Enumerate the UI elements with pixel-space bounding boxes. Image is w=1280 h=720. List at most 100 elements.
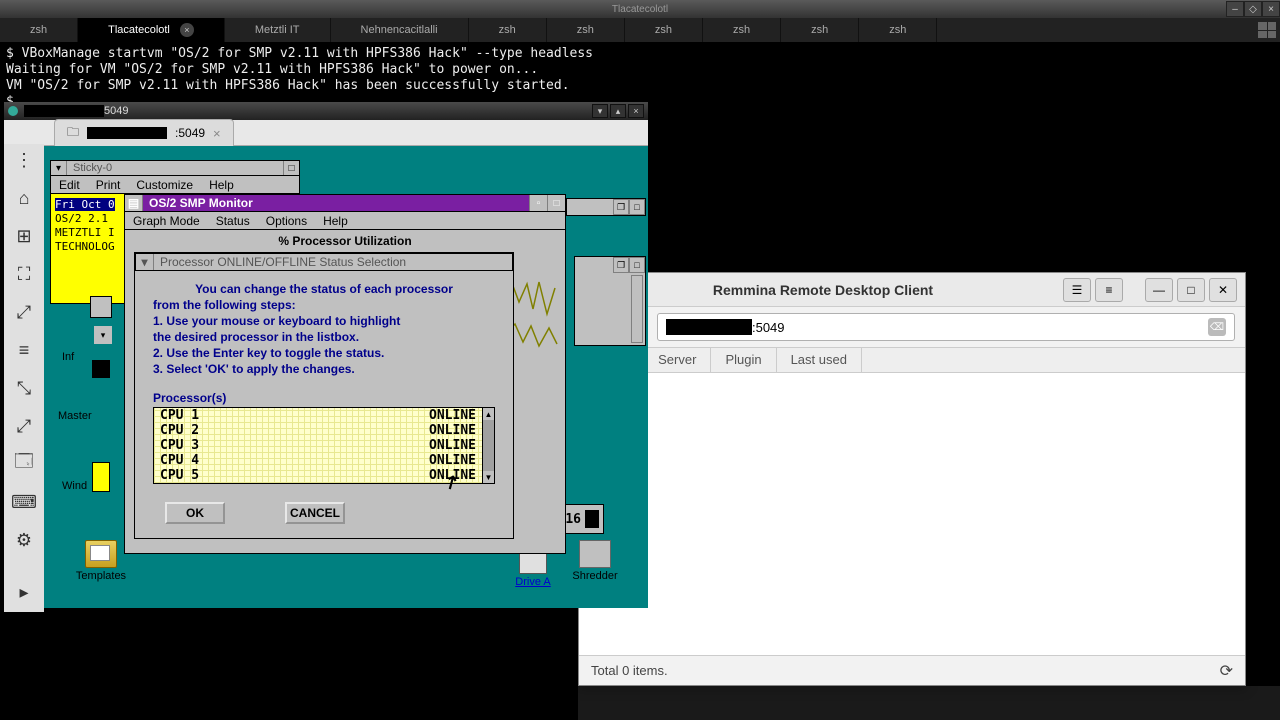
smp-menu-item[interactable]: Graph Mode (125, 214, 208, 228)
tab-close-icon[interactable]: × (213, 126, 221, 141)
shredder-label: Shredder (568, 570, 622, 582)
terminal-tab[interactable]: zsh (781, 18, 859, 42)
smp-menu-item[interactable]: Status (208, 214, 258, 228)
max-icon[interactable]: □ (629, 199, 645, 215)
restore-icon[interactable]: ❐ (613, 257, 629, 273)
refresh-icon[interactable]: ⟳ (1220, 661, 1233, 681)
fit-icon[interactable]: ⤢ (12, 300, 36, 324)
ok-button[interactable]: OK (165, 502, 225, 524)
drive-a-icon[interactable]: Drive A (506, 552, 560, 588)
keyboard-icon[interactable]: ⌨ (12, 490, 36, 514)
sticky-line-3: METZTLI I (55, 226, 115, 239)
layout-list-icon[interactable]: ☰ (1063, 278, 1091, 302)
smp-menu-item[interactable]: Options (258, 214, 315, 228)
processor-row[interactable]: CPU 4ONLINE (154, 453, 482, 468)
screenshot-icon[interactable]: 🗔 (12, 452, 36, 476)
sticky-title: Sticky-0 (67, 162, 283, 174)
column-header[interactable]: Server (644, 348, 711, 372)
address-input[interactable]: :5049 ⌫ (657, 313, 1235, 341)
processor-row[interactable]: CPU 5ONLINE (154, 468, 482, 483)
terminal-tab[interactable]: Nehnencacitlalli (331, 18, 469, 42)
home-icon[interactable]: ⌂ (12, 186, 36, 210)
fullscreen-icon[interactable]: ⛶ (12, 262, 36, 286)
tool-icon-1[interactable] (90, 296, 112, 318)
column-header[interactable]: Plugin (711, 348, 776, 372)
sticky-menu-item[interactable]: Customize (128, 178, 201, 192)
split-grid-icon[interactable] (1258, 22, 1276, 38)
remmina-status-text: Total 0 items. (591, 663, 668, 678)
remmina-connection-list[interactable] (579, 373, 1245, 655)
templates-icon[interactable]: Templates (74, 540, 128, 582)
maximize-button[interactable]: ◇ (1244, 1, 1262, 17)
folder-icon (85, 540, 117, 568)
sticky-maximize-icon[interactable]: □ (283, 161, 299, 175)
scroll-down-icon[interactable]: ▼ (483, 471, 494, 483)
scroll-up-icon[interactable]: ▲ (483, 408, 494, 420)
scrollbar[interactable] (631, 275, 643, 343)
sticky-titlebar[interactable]: ▾ Sticky-0 □ (50, 160, 300, 176)
expand-arrow-icon[interactable]: ▸ (12, 580, 36, 604)
smp-menu-bar: Graph ModeStatusOptionsHelp (124, 212, 566, 230)
pdlg-titlebar[interactable]: ▾ Processor ONLINE/OFFLINE Status Select… (135, 253, 513, 271)
scroll-track[interactable] (483, 420, 494, 471)
processor-list-scrollbar[interactable]: ▲ ▼ (483, 407, 495, 484)
vnc-titlebar[interactable]: 5049 ▾ ▴ × (4, 102, 648, 120)
sticky-menu-item[interactable]: Edit (51, 178, 88, 192)
processor-listbox[interactable]: CPU 1ONLINECPU 2ONLINECPU 3ONLINECPU 4ON… (153, 407, 483, 484)
terminal-tab[interactable]: zsh (469, 18, 547, 42)
clear-icon[interactable]: ⌫ (1208, 318, 1226, 336)
remmina-status-bar: Total 0 items. ⟳ (579, 655, 1245, 685)
minimize-button[interactable]: – (1226, 1, 1244, 17)
processor-row[interactable]: CPU 1ONLINE (154, 408, 482, 423)
menu-icon[interactable]: ⋮ (12, 148, 36, 172)
layout-compact-icon[interactable]: ≡ (1095, 278, 1123, 302)
terminal-tab[interactable]: zsh (625, 18, 703, 42)
vnc-menu-button[interactable]: ▾ (592, 104, 608, 118)
settings-icon[interactable]: ⚙ (12, 528, 36, 552)
vnc-close-button[interactable]: × (628, 104, 644, 118)
os2-desktop[interactable]: ▾ Sticky-0 □ EditPrintCustomizeHelp Fri … (44, 146, 648, 608)
terminal-tab[interactable]: Metztli IT (225, 18, 331, 42)
bg-window-1[interactable]: ❐□ (566, 198, 646, 216)
terminal-tab[interactable]: Tlacatecolotl× (78, 18, 225, 42)
block-icon-2[interactable] (92, 360, 110, 378)
shredder-icon[interactable]: Shredder (568, 540, 622, 582)
remmina-titlebar[interactable]: Remmina Remote Desktop Client ☰ ≡ — □ ✕ (579, 273, 1245, 307)
terminal-tab[interactable]: zsh (547, 18, 625, 42)
sticky-menu-item[interactable]: Help (201, 178, 242, 192)
scale-toggle-icon[interactable]: ⤡ (12, 376, 36, 400)
yellow-strip[interactable] (92, 462, 110, 492)
terminal-tab[interactable]: zsh (703, 18, 781, 42)
dropdown-icon[interactable]: ▾ (94, 326, 112, 344)
max-icon[interactable]: □ (629, 257, 645, 273)
smp-system-menu-icon[interactable]: ▤ (125, 195, 143, 211)
info-label: Inf (62, 351, 74, 363)
pdlg-system-menu-icon[interactable]: ▾ (136, 254, 154, 270)
list-icon[interactable]: ≡ (12, 338, 36, 362)
column-header[interactable]: Last used (777, 348, 862, 372)
drive-a-label: Drive A (506, 576, 560, 588)
scale-fit-icon[interactable]: ⤢ (12, 414, 36, 438)
restore-icon[interactable]: ❐ (613, 199, 629, 215)
remmina-close-button[interactable]: ✕ (1209, 278, 1237, 302)
cancel-button[interactable]: CANCEL (285, 502, 345, 524)
smp-maximize-icon[interactable]: □ (547, 195, 565, 211)
smp-minimize-icon[interactable]: ▫ (529, 195, 547, 211)
sticky-system-menu-icon[interactable]: ▾ (51, 161, 67, 175)
bg-window-2[interactable]: ❐□ (574, 256, 646, 346)
vnc-session-tab[interactable]: 🗀 :5049 × (54, 119, 234, 147)
smp-menu-item[interactable]: Help (315, 214, 356, 228)
add-icon[interactable]: ⊞ (12, 224, 36, 248)
processor-row[interactable]: CPU 3ONLINE (154, 438, 482, 453)
vnc-minimize-button[interactable]: ▴ (610, 104, 626, 118)
processor-row[interactable]: CPU 2ONLINE (154, 423, 482, 438)
remmina-minimize-button[interactable]: — (1145, 278, 1173, 302)
floppy-icon (519, 552, 547, 574)
tab-close-icon[interactable]: × (180, 23, 194, 37)
terminal-tab[interactable]: zsh (0, 18, 78, 42)
sticky-menu-item[interactable]: Print (88, 178, 129, 192)
smp-titlebar[interactable]: ▤ OS/2 SMP Monitor ▫ □ (124, 194, 566, 212)
terminal-tab[interactable]: zsh (859, 18, 937, 42)
remmina-maximize-button[interactable]: □ (1177, 278, 1205, 302)
close-button[interactable]: × (1262, 1, 1280, 17)
